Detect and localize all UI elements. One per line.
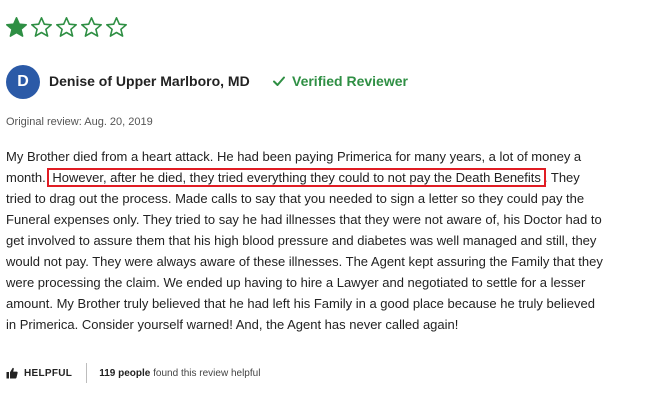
review-line: would not pay. They were always aware of… xyxy=(6,251,638,272)
verified-label: Verified Reviewer xyxy=(292,73,408,89)
review-body: My Brother died from a heart attack. He … xyxy=(6,146,638,335)
star-rating xyxy=(5,16,128,39)
review-text: My Brother died from a heart attack. He … xyxy=(6,149,582,164)
review-text: . They xyxy=(543,170,580,185)
star-outline-icon xyxy=(30,16,53,39)
avatar-initial: D xyxy=(17,73,29,90)
review-line: were processing the claim. We ended up h… xyxy=(6,272,638,293)
star-outline-icon xyxy=(105,16,128,39)
review-line: get involved to assure them that his hig… xyxy=(6,230,638,251)
review-text: were processing the claim. We ended up h… xyxy=(6,275,586,290)
review-footer: HELPFUL 119 people found this review hel… xyxy=(6,362,260,384)
review-line: month. However, after he died, they trie… xyxy=(6,167,638,188)
star-outline-icon xyxy=(80,16,103,39)
highlighted-text: However, after he died, they tried every… xyxy=(47,168,546,187)
original-review-date: Original review: Aug. 20, 2019 xyxy=(6,116,153,128)
review-line: Funeral expenses only. They tried to say… xyxy=(6,209,638,230)
checkmark-icon xyxy=(273,76,285,86)
footer-divider xyxy=(86,363,88,383)
helpful-count-people: 119 people xyxy=(99,367,151,379)
helpful-count-text: found this review helpful xyxy=(150,367,261,379)
helpful-label: HELPFUL xyxy=(24,367,73,379)
star-filled-icon xyxy=(5,16,28,39)
star-outline-icon xyxy=(55,16,78,39)
review-line: My Brother died from a heart attack. He … xyxy=(6,146,638,167)
review-text: amount. My Brother truly believed that h… xyxy=(6,296,595,311)
review-line: tried to drag out the process. Made call… xyxy=(6,188,638,209)
review-text: get involved to assure them that his hig… xyxy=(6,233,597,248)
review-line: in Primerica. Consider yourself warned! … xyxy=(6,314,638,335)
helpful-button[interactable]: HELPFUL xyxy=(6,367,72,379)
review-text: month. xyxy=(6,170,46,185)
verified-badge: Verified Reviewer xyxy=(272,73,408,89)
review-text: in Primerica. Consider yourself warned! … xyxy=(6,317,459,332)
avatar: D xyxy=(6,65,40,99)
thumbs-up-icon xyxy=(6,367,18,379)
review-line: amount. My Brother truly believed that h… xyxy=(6,293,638,314)
helpful-count: 119 people found this review helpful xyxy=(99,368,260,379)
review-text: Funeral expenses only. They tried to say… xyxy=(6,212,602,227)
review-text: would not pay. They were always aware of… xyxy=(6,254,603,269)
review-text: tried to drag out the process. Made call… xyxy=(6,191,585,206)
reviewer-name: Denise of Upper Marlboro, MD xyxy=(49,73,250,89)
